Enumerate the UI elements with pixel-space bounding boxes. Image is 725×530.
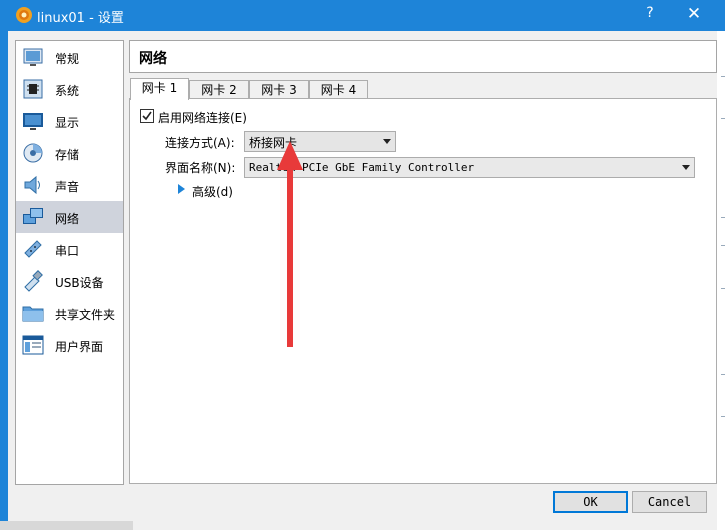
display-monitor-icon bbox=[23, 113, 43, 130]
gear-icon bbox=[16, 7, 32, 23]
page-title: 网络 bbox=[139, 51, 167, 67]
sidebar-item-network[interactable]: 网络 bbox=[16, 201, 123, 233]
sidebar-item-label: 共享文件夹 bbox=[55, 308, 116, 322]
sidebar-item-general[interactable]: 常规 bbox=[16, 41, 123, 73]
settings-sidebar: 常规 系统 显示 存储 声音 网络 串口 USB设备 共享文件夹 用户界面 bbox=[15, 40, 124, 485]
tab-adapter-1[interactable]: 网卡 1 bbox=[130, 78, 189, 100]
storage-disk-icon bbox=[23, 143, 43, 163]
expand-triangle-icon[interactable] bbox=[178, 184, 185, 194]
tab-adapter-2[interactable]: 网卡 2 bbox=[189, 80, 249, 99]
sidebar-item-serial[interactable]: 串口 bbox=[16, 233, 123, 265]
general-icon bbox=[23, 48, 43, 66]
sidebar-item-system[interactable]: 系统 bbox=[16, 73, 123, 105]
sidebar-item-usb[interactable]: USB设备 bbox=[16, 265, 123, 297]
network-icon bbox=[23, 208, 43, 224]
tab-adapter-4[interactable]: 网卡 4 bbox=[309, 80, 368, 99]
sidebar-item-display[interactable]: 显示 bbox=[16, 105, 123, 137]
serial-port-icon bbox=[24, 240, 42, 258]
page-header: 网络 bbox=[129, 40, 717, 73]
sidebar-item-label: USB设备 bbox=[55, 276, 104, 290]
enable-network-checkbox[interactable] bbox=[140, 109, 154, 123]
sidebar-item-label: 系统 bbox=[55, 84, 80, 98]
sidebar-item-shared-folders[interactable]: 共享文件夹 bbox=[16, 297, 123, 329]
system-chip-icon bbox=[23, 79, 43, 99]
interface-name-value: Realtek PCIe GbE Family Controller bbox=[249, 161, 475, 174]
user-interface-icon bbox=[22, 335, 44, 355]
tab-adapter-3[interactable]: 网卡 3 bbox=[249, 80, 309, 99]
sidebar-item-label: 串口 bbox=[55, 244, 80, 258]
sidebar-item-label: 网络 bbox=[55, 212, 80, 226]
checkmark-icon bbox=[142, 111, 152, 121]
speaker-icon bbox=[24, 175, 40, 195]
sidebar-item-label: 用户界面 bbox=[55, 340, 104, 354]
sidebar-item-user-interface[interactable]: 用户界面 bbox=[16, 329, 123, 361]
usb-icon bbox=[24, 270, 43, 292]
cancel-button[interactable]: Cancel bbox=[632, 491, 707, 513]
help-button[interactable]: ? bbox=[641, 5, 659, 21]
chevron-down-icon bbox=[383, 139, 391, 144]
ok-button[interactable]: OK bbox=[553, 491, 628, 513]
attached-to-label: 连接方式(A): bbox=[165, 136, 235, 150]
sidebar-item-label: 存储 bbox=[55, 148, 80, 162]
taskbar-strip bbox=[0, 521, 133, 530]
interface-name-label: 界面名称(N): bbox=[165, 161, 236, 175]
sidebar-item-label: 常规 bbox=[55, 52, 80, 66]
interface-name-select[interactable]: Realtek PCIe GbE Family Controller bbox=[244, 157, 695, 178]
chevron-down-icon bbox=[682, 165, 690, 170]
title-bar: linux01 - 设置 ? ✕ bbox=[0, 0, 725, 31]
enable-network-label[interactable]: 启用网络连接(E) bbox=[158, 109, 247, 126]
advanced-toggle[interactable]: 高级(d) bbox=[192, 183, 233, 200]
attached-to-value: 桥接网卡 bbox=[249, 136, 298, 150]
sidebar-item-audio[interactable]: 声音 bbox=[16, 169, 123, 201]
close-button[interactable]: ✕ bbox=[684, 4, 704, 24]
sidebar-item-storage[interactable]: 存储 bbox=[16, 137, 123, 169]
sidebar-item-label: 显示 bbox=[55, 116, 80, 130]
sidebar-item-label: 声音 bbox=[55, 180, 80, 194]
left-edge bbox=[0, 31, 8, 530]
shared-folder-icon bbox=[22, 306, 44, 322]
adapter-tab-panel bbox=[129, 98, 717, 484]
window-title: linux01 - 设置 bbox=[37, 11, 124, 26]
right-edge bbox=[717, 31, 725, 530]
attached-to-select[interactable]: 桥接网卡 bbox=[244, 131, 396, 152]
